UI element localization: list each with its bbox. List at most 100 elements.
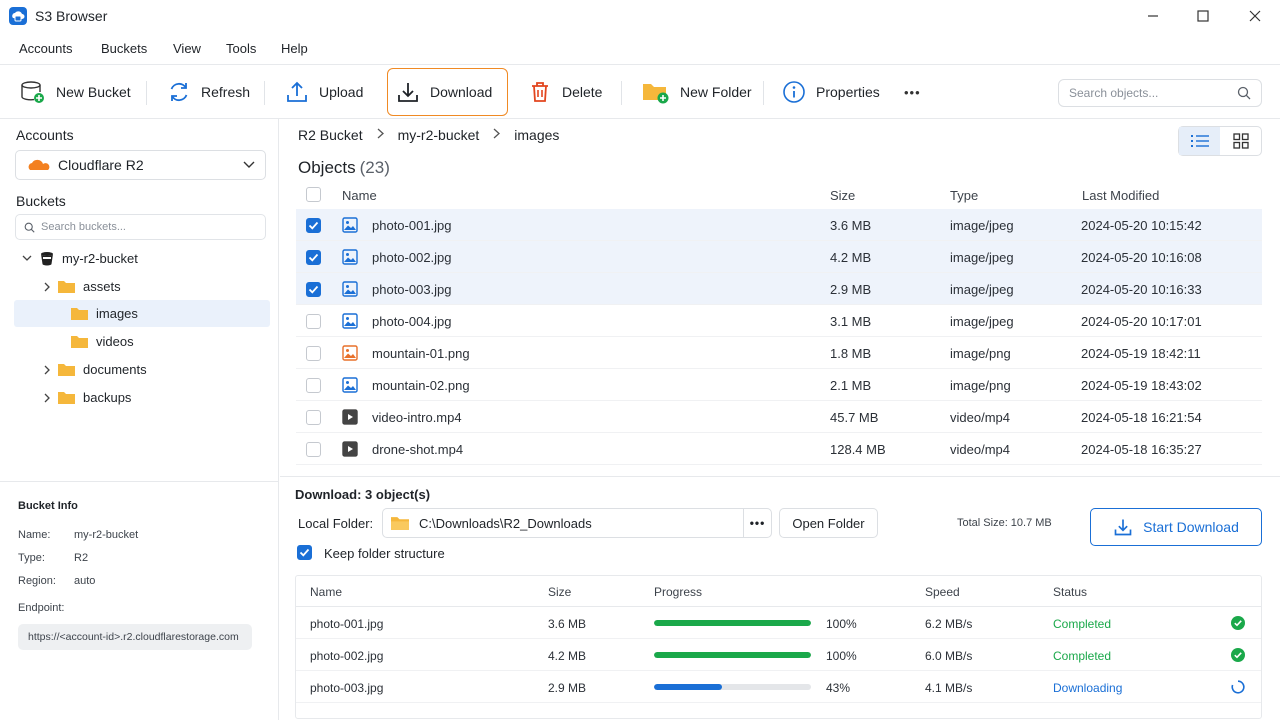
more-options-button[interactable]: ••• (896, 69, 929, 115)
progress-bar (654, 652, 811, 658)
chevron-right-icon[interactable] (42, 365, 52, 375)
account-selected-label: Cloudflare R2 (58, 157, 144, 173)
bucket-endpoint-value[interactable]: https://<account-id>.r2.cloudflarestorag… (18, 624, 252, 650)
close-icon (1249, 10, 1261, 22)
row-checkbox[interactable] (306, 378, 321, 393)
new-bucket-button[interactable]: New Bucket (12, 69, 139, 115)
upload-button[interactable]: Upload (277, 69, 371, 115)
check-circle-icon (1231, 616, 1245, 630)
row-checkbox[interactable] (306, 218, 321, 233)
menu-buckets[interactable]: Buckets (101, 41, 147, 56)
tree-item-videos[interactable]: videos (14, 328, 270, 355)
folder-icon (71, 308, 88, 320)
chevron-right-icon (377, 128, 384, 142)
tree-item-my-r2-bucket[interactable]: my-r2-bucket (22, 245, 278, 272)
tree-item-images[interactable]: images (14, 300, 270, 327)
table-row[interactable]: photo-002.jpg 4.2 MB image/jpeg 2024-05-20 … (296, 241, 1262, 273)
image-file-icon (342, 313, 358, 329)
bucket-info-endpoint-key: Endpoint: (18, 602, 65, 614)
bucket-search-box[interactable] (15, 214, 266, 240)
grid-view-button[interactable] (1220, 127, 1261, 155)
properties-button[interactable]: Properties (774, 69, 888, 115)
column-header-last-modified[interactable]: Last Modified (1082, 188, 1159, 203)
menu-help[interactable]: Help (281, 41, 308, 56)
table-row[interactable]: mountain-02.png 2.1 MB image/png 2024-05-19… (296, 369, 1262, 401)
delete-button[interactable]: Delete (520, 69, 610, 115)
maximize-button[interactable] (1178, 0, 1228, 32)
objects-count: (23) (359, 158, 390, 177)
cell-type: image/png (950, 378, 1011, 393)
table-row[interactable]: photo-003.jpg 2.9 MB image/jpeg 2024-05-20 … (296, 273, 1262, 305)
minimize-button[interactable] (1128, 0, 1178, 32)
search-objects-box[interactable] (1058, 79, 1262, 107)
menu-tools[interactable]: Tools (226, 41, 256, 56)
table-row[interactable]: drone-shot.mp4 128.4 MB video/mp4 2024-05-1… (296, 433, 1262, 465)
select-all-checkbox[interactable] (306, 187, 321, 202)
table-row[interactable]: photo-004.jpg 3.1 MB image/jpeg 2024-05-20 … (296, 305, 1262, 337)
chevron-right-icon[interactable] (42, 282, 52, 292)
row-checkbox[interactable] (306, 346, 321, 361)
tree-item-documents[interactable]: documents (42, 356, 270, 383)
column-header-size[interactable]: Size (830, 188, 855, 203)
open-folder-button[interactable]: Open Folder (779, 508, 878, 538)
row-checkbox[interactable] (306, 250, 321, 265)
list-view-button[interactable] (1179, 127, 1220, 155)
breadcrumb-item-current[interactable]: images (514, 127, 559, 143)
download-row[interactable]: photo-002.jpg 4.2 MB 100% 6.0 MB/s Completed (296, 639, 1261, 671)
download-button[interactable]: Download (387, 68, 508, 116)
tree-item-label: assets (83, 279, 121, 294)
objects-title-label: Objects (298, 158, 356, 177)
chevron-down-icon[interactable] (22, 255, 32, 262)
column-header-name[interactable]: Name (342, 188, 377, 203)
dl-cell-name: photo-002.jpg (310, 649, 384, 663)
search-objects-input[interactable] (1069, 86, 1237, 100)
table-row[interactable]: mountain-01.png 1.8 MB image/png 2024-05-19… (296, 337, 1262, 369)
table-row[interactable]: photo-001.jpg 3.6 MB image/jpeg 2024-05-20 … (296, 209, 1262, 241)
chevron-right-icon[interactable] (42, 393, 52, 403)
refresh-button[interactable]: Refresh (159, 69, 258, 115)
cell-type: video/mp4 (950, 442, 1010, 457)
row-checkbox[interactable] (306, 282, 321, 297)
row-checkbox[interactable] (306, 410, 321, 425)
new-folder-button[interactable]: New Folder (634, 69, 760, 115)
menu-view[interactable]: View (173, 41, 201, 56)
menu-accounts[interactable]: Accounts (19, 41, 72, 56)
close-button[interactable] (1230, 0, 1280, 32)
bucket-info-name-key: Name: (18, 529, 51, 541)
cell-size: 2.1 MB (830, 378, 872, 393)
download-row[interactable]: photo-001.jpg 3.6 MB 100% 6.2 MB/s Completed (296, 607, 1261, 639)
bucket-search-input[interactable] (41, 221, 257, 233)
accounts-heading: Accounts (16, 127, 74, 143)
dl-cell-progress-text: 100% (826, 617, 857, 631)
toolbar-separator (621, 81, 622, 105)
browse-folder-button[interactable]: ••• (743, 509, 771, 537)
download-row[interactable]: photo-003.jpg 2.9 MB 43% 4.1 MB/s Downloadin… (296, 671, 1261, 703)
breadcrumb-item[interactable]: my-r2-bucket (398, 127, 480, 143)
tree-item-assets[interactable]: assets (42, 273, 270, 300)
folder-icon (58, 281, 75, 293)
dl-column-progress: Progress (654, 585, 703, 599)
list-icon (1190, 135, 1209, 147)
column-header-type[interactable]: Type (950, 188, 978, 203)
tree-item-backups[interactable]: backups (42, 384, 270, 411)
breadcrumb: R2 Bucket my-r2-bucket images (298, 127, 559, 143)
cell-last-modified: 2024-05-19 18:43:02 (1081, 378, 1202, 393)
keep-folder-structure-checkbox[interactable] (297, 545, 312, 560)
buckets-heading: Buckets (16, 193, 66, 209)
dl-cell-progress-text: 100% (826, 649, 857, 663)
table-row[interactable]: video-intro.mp4 45.7 MB video/mp4 2024-05-1… (296, 401, 1262, 433)
more-icon: ••• (904, 84, 921, 100)
row-checkbox[interactable] (306, 442, 321, 457)
local-folder-label: Local Folder: (298, 516, 374, 531)
tree-item-label: documents (83, 362, 147, 377)
bucket-icon (41, 252, 53, 266)
account-select[interactable]: Cloudflare R2 (15, 150, 266, 180)
breadcrumb-item[interactable]: R2 Bucket (298, 127, 363, 143)
local-folder-field[interactable]: C:\Downloads\R2_Downloads ••• (382, 508, 772, 538)
cell-type: video/mp4 (950, 410, 1010, 425)
new-bucket-label: New Bucket (56, 84, 131, 100)
cell-type: image/jpeg (950, 250, 1014, 265)
dl-cell-name: photo-003.jpg (310, 681, 384, 695)
row-checkbox[interactable] (306, 314, 321, 329)
start-download-button[interactable]: Start Download (1090, 508, 1262, 546)
